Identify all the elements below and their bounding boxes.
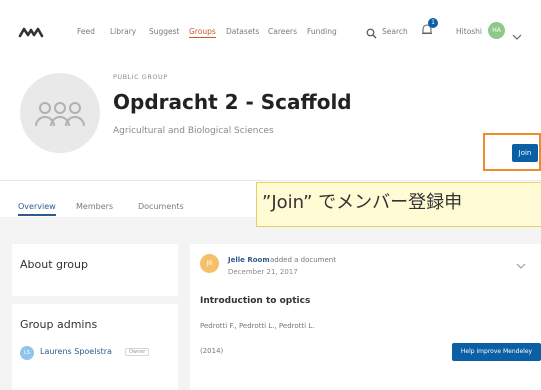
annotation-callout-text: ”Join” でメンバー登録申 [262,192,463,213]
help-improve-button[interactable]: Help improve Mendeley [452,343,541,361]
tab-documents[interactable]: Documents [138,202,184,211]
document-authors: Pedrotti F., Pedrotti L., Pedrotti L. [200,322,315,330]
nav-library[interactable]: Library [110,27,136,36]
tab-overview[interactable]: Overview [18,202,56,216]
join-button[interactable]: Join [512,144,538,162]
document-title-link[interactable]: Introduction to optics [200,296,310,306]
admin-role-badge: Owner [125,348,150,356]
activity-feed-card [190,244,541,390]
group-type-label: PUBLIC GROUP [113,73,168,81]
post-date: December 21, 2017 [228,268,298,276]
post-action-text: added a document [270,256,336,264]
search-label[interactable]: Search [382,27,408,36]
admin-name-link[interactable]: Laurens Spoelstra [40,347,112,356]
user-name[interactable]: Hitoshi [456,27,482,36]
chevron-down-icon[interactable] [512,26,522,45]
nav-careers[interactable]: Careers [268,27,297,36]
nav-feed[interactable]: Feed [77,27,95,36]
tab-members[interactable]: Members [76,202,113,211]
post-author-avatar[interactable]: JR [200,254,219,273]
nav-datasets[interactable]: Datasets [226,27,259,36]
about-group-title: About group [20,258,88,271]
admin-avatar[interactable]: LS [20,346,34,360]
nav-groups[interactable]: Groups [189,27,216,38]
user-avatar[interactable]: HA [488,22,505,39]
document-year: (2014) [200,347,224,355]
people-icon [32,100,88,134]
group-subject: Agricultural and Biological Sciences [113,126,274,136]
nav-suggest[interactable]: Suggest [149,27,180,36]
mendeley-logo-icon[interactable] [18,24,44,38]
notification-badge: 1 [428,18,438,28]
nav-funding[interactable]: Funding [307,27,337,36]
search-icon[interactable] [366,24,377,43]
group-admins-title: Group admins [20,318,98,331]
chevron-down-icon[interactable] [516,255,526,274]
post-author-link[interactable]: Jelle Room [228,256,270,264]
group-title: Opdracht 2 - Scaffold [113,90,352,114]
